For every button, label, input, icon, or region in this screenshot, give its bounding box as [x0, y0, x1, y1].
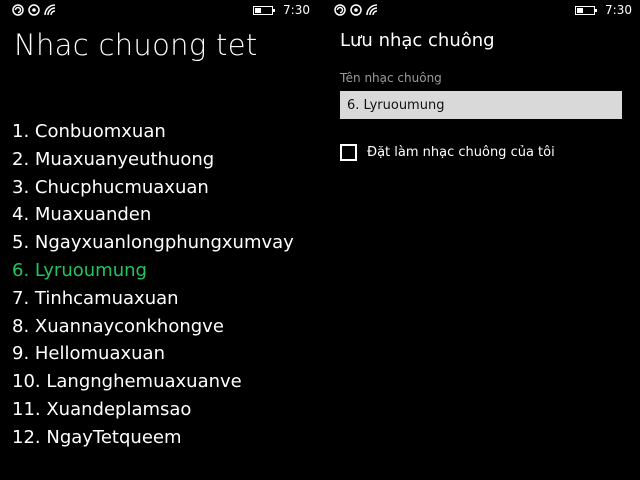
ringtone-name-label: Tên nhạc chuông: [340, 71, 442, 85]
battery-icon: [575, 5, 598, 15]
notification-icon: [334, 4, 346, 16]
ringtone-name-input[interactable]: [340, 91, 622, 119]
list-item[interactable]: 10. Langnghemuaxuanve: [12, 368, 294, 396]
wifi-icon: [366, 4, 378, 16]
clock: 7:30: [605, 3, 632, 17]
battery-fill: [255, 7, 262, 13]
list-item[interactable]: 2. Muaxuanyeuthuong: [12, 146, 294, 174]
clock: 7:30: [283, 3, 310, 17]
ringtone-list: 1. Conbuomxuan 2. Muaxuanyeuthuong 3. Chuc…: [12, 118, 294, 452]
list-item[interactable]: 11. Xuandeplamsao: [12, 396, 294, 424]
dialog-title: Lưu nhạc chuông: [340, 30, 495, 51]
list-item[interactable]: 7. Tinhcamuaxuan: [12, 285, 294, 313]
battery-icon: [253, 5, 276, 15]
set-as-ringtone-label: Đặt làm nhạc chuông của tôi: [367, 145, 555, 160]
status-bar: 7:30: [322, 0, 640, 24]
list-item[interactable]: 12. NgayTetqueem: [12, 424, 294, 452]
sync-icon: [28, 4, 40, 16]
ringtone-list-screen: 7:30 Nhac chuong tet 1. Conbuomxuan 2. Mu…: [0, 0, 318, 480]
list-item[interactable]: 1. Conbuomxuan: [12, 118, 294, 146]
set-as-ringtone-option[interactable]: Đặt làm nhạc chuông của tôi: [340, 144, 555, 161]
list-item[interactable]: 6. Lyruoumung: [12, 257, 294, 285]
list-item[interactable]: 3. Chucphucmuaxuan: [12, 174, 294, 202]
save-ringtone-screen: 7:30 Lưu nhạc chuông Tên nhạc chuông Đặt…: [322, 0, 640, 480]
set-as-ringtone-checkbox[interactable]: [340, 144, 357, 161]
status-bar: 7:30: [0, 0, 318, 24]
list-item[interactable]: 5. Ngayxuanlongphungxumvay: [12, 229, 294, 257]
battery-fill: [577, 7, 584, 13]
list-item[interactable]: 4. Muaxuanden: [12, 201, 294, 229]
notification-icon: [12, 4, 24, 16]
sync-icon: [350, 4, 362, 16]
list-item[interactable]: 9. Hellomuaxuan: [12, 340, 294, 368]
page-title: Nhac chuong tet: [14, 28, 258, 62]
list-item[interactable]: 8. Xuannayconkhongve: [12, 313, 294, 341]
wifi-icon: [44, 4, 56, 16]
